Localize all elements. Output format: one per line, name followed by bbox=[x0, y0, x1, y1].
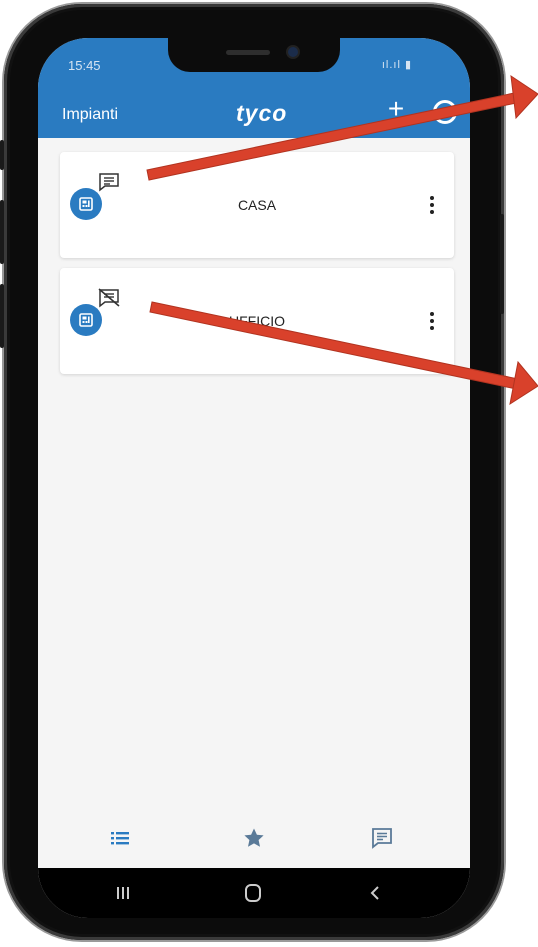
annotation-arrow bbox=[149, 301, 538, 406]
annotation-arrows bbox=[146, 74, 538, 406]
annotation-arrow bbox=[146, 74, 538, 181]
